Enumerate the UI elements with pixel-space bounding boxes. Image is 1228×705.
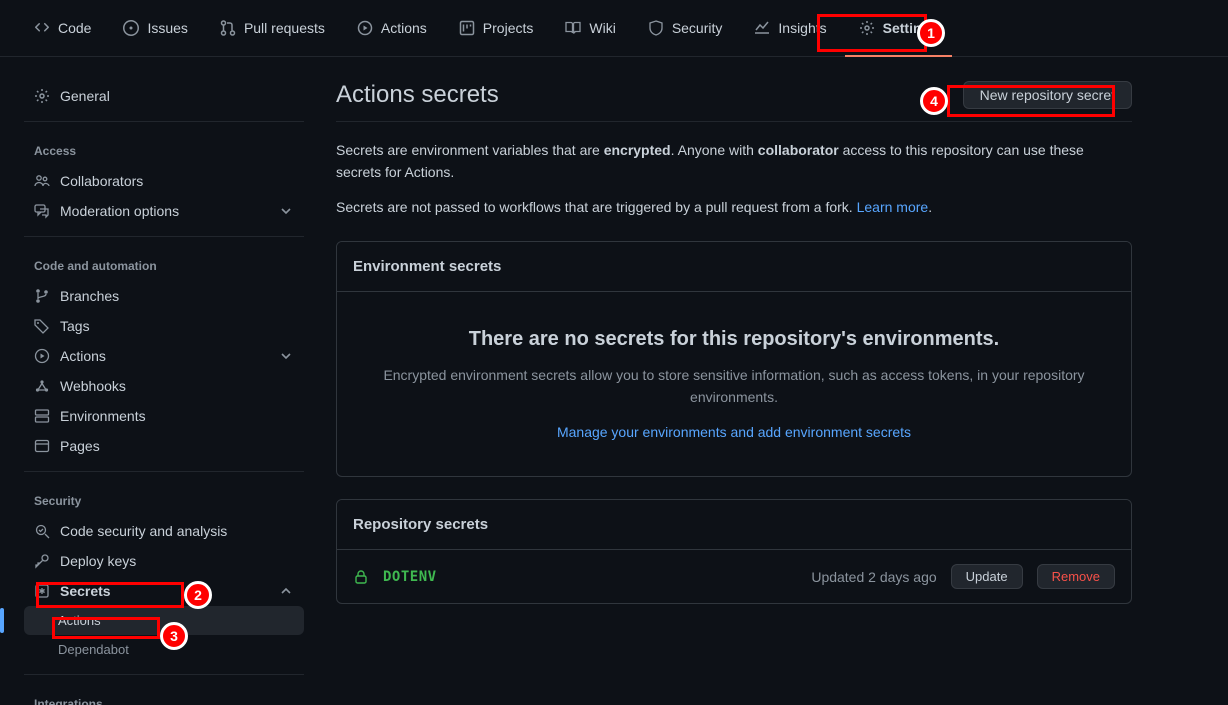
sidebar-sub-actions-secrets[interactable]: Actions xyxy=(24,606,304,635)
sidebar-item-label: Pages xyxy=(60,438,100,454)
book-icon xyxy=(565,20,581,36)
sidebar-item-label: Tags xyxy=(60,318,90,334)
chevron-up-icon xyxy=(278,583,294,599)
server-icon xyxy=(34,408,50,424)
secret-row: DOTENV Updated 2 days ago Update Remove xyxy=(337,550,1131,603)
tab-label: Actions xyxy=(381,20,427,36)
tab-label: Insights xyxy=(778,20,826,36)
tab-label: Security xyxy=(672,20,723,36)
sidebar-item-label: Branches xyxy=(60,288,119,304)
people-icon xyxy=(34,173,50,189)
sidebar-item-deploy-keys[interactable]: Deploy keys xyxy=(24,546,304,576)
divider xyxy=(24,236,304,237)
sidebar-item-label: Actions xyxy=(58,613,101,628)
issue-opened-icon xyxy=(123,20,139,36)
card-title: Repository secrets xyxy=(337,500,1131,550)
sidebar-item-label: Webhooks xyxy=(60,378,126,394)
git-branch-icon xyxy=(34,288,50,304)
sidebar-item-pages[interactable]: Pages xyxy=(24,431,304,461)
sidebar-item-label: Collaborators xyxy=(60,173,143,189)
sidebar-item-branches[interactable]: Branches xyxy=(24,281,304,311)
sidebar-item-label: Actions xyxy=(60,348,106,364)
new-repository-secret-button[interactable]: New repository secret xyxy=(963,81,1132,109)
group-access: Access xyxy=(24,128,304,166)
sidebar-sub-dependabot-secrets[interactable]: Dependabot xyxy=(24,635,304,664)
project-icon xyxy=(459,20,475,36)
tag-icon xyxy=(34,318,50,334)
sidebar-item-actions[interactable]: Actions xyxy=(24,341,304,371)
sidebar-item-tags[interactable]: Tags xyxy=(24,311,304,341)
tab-label: Projects xyxy=(483,20,534,36)
tab-label: Pull requests xyxy=(244,20,325,36)
environment-secrets-card: Environment secrets There are no secrets… xyxy=(336,241,1132,477)
tab-actions[interactable]: Actions xyxy=(343,12,441,44)
sidebar-item-label: Code security and analysis xyxy=(60,523,227,539)
tab-issues[interactable]: Issues xyxy=(109,12,201,44)
repository-secrets-card: Repository secrets DOTENV Updated 2 days… xyxy=(336,499,1132,604)
repo-tabs: Code Issues Pull requests Actions Projec… xyxy=(0,0,1228,57)
settings-sidebar: General Access Collaborators Moderation … xyxy=(0,57,320,705)
webhook-icon xyxy=(34,378,50,394)
sidebar-item-label: Moderation options xyxy=(60,203,179,219)
group-security: Security xyxy=(24,478,304,516)
sidebar-item-label: Deploy keys xyxy=(60,553,136,569)
sidebar-item-collaborators[interactable]: Collaborators xyxy=(24,166,304,196)
tab-label: Wiki xyxy=(589,20,615,36)
key-asterisk-icon xyxy=(34,583,50,599)
main-content: Actions secrets New repository secret Se… xyxy=(320,57,1228,705)
tab-insights[interactable]: Insights xyxy=(740,12,840,44)
divider xyxy=(24,471,304,472)
tab-settings[interactable]: Settings xyxy=(845,12,952,44)
remove-secret-button[interactable]: Remove xyxy=(1037,564,1115,589)
chevron-down-icon xyxy=(278,348,294,364)
codescan-icon xyxy=(34,523,50,539)
play-icon xyxy=(34,348,50,364)
code-icon xyxy=(34,20,50,36)
tab-wiki[interactable]: Wiki xyxy=(551,12,629,44)
tab-projects[interactable]: Projects xyxy=(445,12,548,44)
empty-state-subtitle: Encrypted environment secrets allow you … xyxy=(361,365,1107,408)
tab-code[interactable]: Code xyxy=(20,12,105,44)
comment-discussion-icon xyxy=(34,203,50,219)
lock-icon xyxy=(353,569,369,585)
sidebar-item-moderation[interactable]: Moderation options xyxy=(24,196,304,226)
manage-environments-link[interactable]: Manage your environments and add environ… xyxy=(557,424,911,440)
sidebar-item-label: Secrets xyxy=(60,583,111,599)
graph-icon xyxy=(754,20,770,36)
sidebar-item-environments[interactable]: Environments xyxy=(24,401,304,431)
update-secret-button[interactable]: Update xyxy=(951,564,1023,589)
play-icon xyxy=(357,20,373,36)
divider xyxy=(24,674,304,675)
card-title: Environment secrets xyxy=(337,242,1131,292)
description-1: Secrets are environment variables that a… xyxy=(336,140,1132,183)
empty-state-title: There are no secrets for this repository… xyxy=(361,328,1107,351)
git-pull-request-icon xyxy=(220,20,236,36)
sidebar-item-webhooks[interactable]: Webhooks xyxy=(24,371,304,401)
tab-security[interactable]: Security xyxy=(634,12,737,44)
browser-icon xyxy=(34,438,50,454)
sidebar-item-label: Environments xyxy=(60,408,146,424)
gear-icon xyxy=(34,88,50,104)
group-code: Code and automation xyxy=(24,243,304,281)
gear-icon xyxy=(859,20,875,36)
secret-updated: Updated 2 days ago xyxy=(811,569,936,585)
tab-label: Issues xyxy=(147,20,187,36)
key-icon xyxy=(34,553,50,569)
secret-name: DOTENV xyxy=(383,569,437,585)
description-2: Secrets are not passed to workflows that… xyxy=(336,197,1132,219)
sidebar-item-label: Dependabot xyxy=(58,642,129,657)
tab-label: Code xyxy=(58,20,91,36)
shield-icon xyxy=(648,20,664,36)
tab-label: Settings xyxy=(883,20,938,36)
learn-more-link[interactable]: Learn more xyxy=(857,199,929,215)
divider xyxy=(24,121,304,122)
sidebar-item-code-security[interactable]: Code security and analysis xyxy=(24,516,304,546)
group-integrations: Integrations xyxy=(24,681,304,705)
sidebar-item-secrets[interactable]: Secrets xyxy=(24,576,304,606)
sidebar-item-label: General xyxy=(60,88,110,104)
chevron-down-icon xyxy=(278,203,294,219)
sidebar-item-general[interactable]: General xyxy=(24,81,304,111)
tab-pull-requests[interactable]: Pull requests xyxy=(206,12,339,44)
page-title: Actions secrets xyxy=(336,81,499,109)
